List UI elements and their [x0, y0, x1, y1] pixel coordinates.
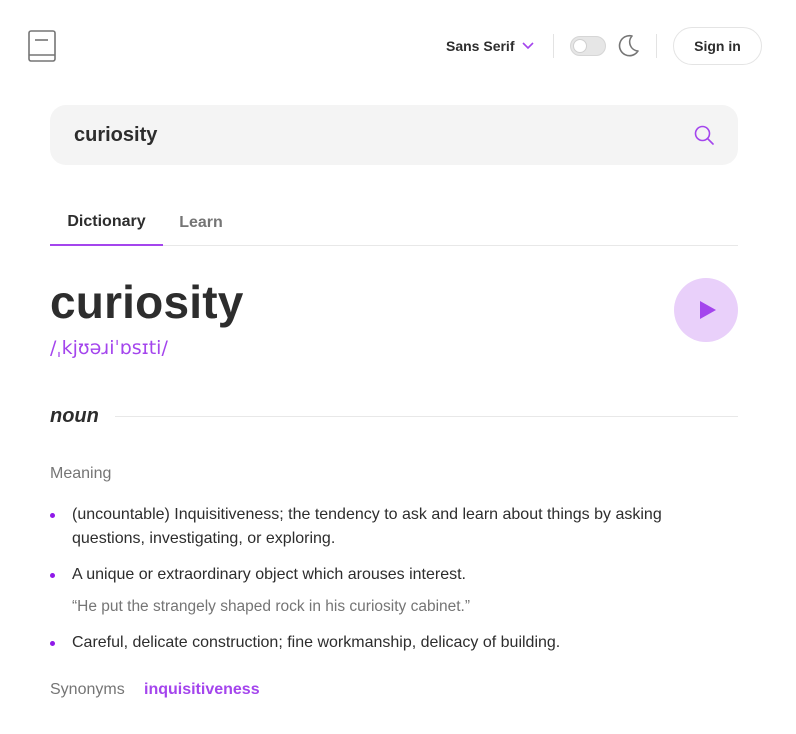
sign-in-button[interactable]: Sign in	[673, 27, 762, 65]
header-divider	[553, 34, 554, 58]
synonym-link[interactable]: inquisitiveness	[144, 681, 260, 699]
font-family-value: Sans Serif	[446, 38, 515, 54]
header-divider	[656, 34, 657, 58]
search-input[interactable]	[74, 105, 674, 165]
definition-example: “He put the strangely shaped rock in his…	[72, 598, 471, 615]
bullet-icon	[50, 513, 55, 518]
phonetic-text: /ˌkjʊəɹiˈɒsɪti/	[50, 337, 168, 359]
definition-item: (uncountable) Inquisitiveness; the tende…	[72, 503, 732, 551]
search-icon[interactable]	[694, 125, 714, 145]
definition-text: questions, investigating, or exploring.	[72, 530, 336, 547]
definition-item: A unique or extraordinary object which a…	[72, 563, 732, 587]
play-icon	[700, 301, 716, 319]
bullet-icon	[50, 573, 55, 578]
bullet-icon	[50, 641, 55, 646]
definition-item: Careful, delicate construction; fine wor…	[72, 631, 732, 655]
play-audio-button[interactable]	[674, 278, 738, 342]
tab-dictionary[interactable]: Dictionary	[50, 200, 163, 246]
definition-text: Careful, delicate construction; fine wor…	[72, 634, 561, 651]
font-family-select[interactable]: Sans Serif	[446, 36, 535, 56]
meaning-label: Meaning	[50, 465, 112, 482]
theme-toggle[interactable]	[570, 36, 606, 56]
chevron-down-icon	[522, 42, 535, 50]
search-bar	[50, 105, 738, 165]
word-title: curiosity	[50, 276, 244, 328]
section-divider	[115, 416, 738, 417]
moon-icon	[618, 34, 639, 57]
tab-learn[interactable]: Learn	[174, 200, 228, 246]
definition-text: A unique or extraordinary object which a…	[72, 566, 466, 583]
synonyms-label: Synonyms	[50, 681, 125, 698]
book-logo-icon[interactable]	[28, 30, 56, 62]
toggle-knob	[573, 39, 587, 53]
definition-text: (uncountable) Inquisitiveness; the tende…	[72, 506, 662, 523]
part-of-speech: noun	[50, 405, 99, 427]
tab-bar: Dictionary Learn	[50, 200, 738, 246]
